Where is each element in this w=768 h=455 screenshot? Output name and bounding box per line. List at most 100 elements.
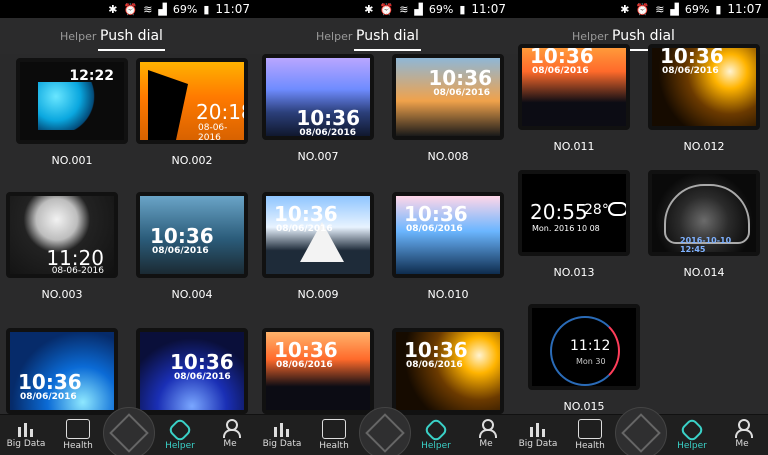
- helper-icon: [167, 417, 193, 443]
- dial-thumbnail[interactable]: 10:36 08/06/2016: [262, 192, 374, 278]
- tab-bar: Helper Push dial: [0, 18, 256, 54]
- center-device-button[interactable]: [103, 407, 155, 455]
- dial-card[interactable]: 10:36 08/06/2016 NO.007: [262, 54, 374, 163]
- dial-thumbnail[interactable]: 20:55 Mon. 2016 10 08 28°: [518, 170, 630, 256]
- nav-big-data[interactable]: Big Data: [512, 419, 564, 449]
- health-icon: [322, 419, 346, 439]
- dial-time: 10:36: [660, 44, 724, 68]
- dial-thumbnail[interactable]: 10:36 08/06/2016: [262, 54, 374, 140]
- center-device-button[interactable]: [615, 407, 667, 455]
- dial-date: 08/06/2016: [433, 88, 490, 98]
- dial-thumbnail[interactable]: 11:20 08-06-2016: [6, 192, 118, 278]
- nav-big-data[interactable]: Big Data: [0, 419, 52, 449]
- tab-helper[interactable]: Helper: [316, 30, 352, 43]
- dial-card[interactable]: 10:36 08/06/2016 NO.008: [392, 54, 504, 163]
- nav-health[interactable]: Health: [564, 419, 616, 451]
- dial-label: NO.007: [297, 150, 339, 163]
- dial-time: 10:36: [274, 202, 338, 226]
- dial-date: 08/06/2016: [662, 66, 719, 76]
- bar-chart-icon: [15, 419, 37, 437]
- dial-thumbnail[interactable]: 10:36 08/06/2016: [136, 192, 248, 278]
- tab-helper[interactable]: Helper: [60, 30, 96, 43]
- dial-card[interactable]: 2016-10-10 12:45 NO.014: [648, 170, 760, 279]
- nav-me[interactable]: Me: [460, 419, 512, 449]
- dial-thumbnail[interactable]: 10:36 08/06/2016: [648, 44, 760, 130]
- dial-thumbnail[interactable]: 10:36 08/06/2016: [392, 328, 504, 414]
- nav-helper[interactable]: Helper: [154, 417, 206, 451]
- dial-time: 10:36: [404, 338, 468, 362]
- wifi-icon: ≋: [655, 2, 665, 16]
- dial-card[interactable]: 10:36 08/06/2016 NO.009: [262, 192, 374, 301]
- dial-thumbnail[interactable]: 11:12 Mon 30: [528, 304, 640, 390]
- tab-push-dial[interactable]: Push dial: [98, 28, 165, 51]
- tab-bar: Helper Push dial: [256, 18, 512, 54]
- bottom-nav: Big Data Health Helper Me: [0, 407, 256, 455]
- clock: 11:07: [215, 2, 250, 16]
- dial-date: 08/06/2016: [276, 360, 333, 370]
- dial-date: 08/06/2016: [276, 224, 333, 234]
- dial-time: 10:36: [296, 106, 360, 130]
- dial-card[interactable]: 10:36 08/06/2016: [136, 328, 248, 414]
- user-icon: [475, 419, 497, 438]
- tab-push-dial[interactable]: Push dial: [610, 28, 677, 51]
- nav-big-data[interactable]: Big Data: [256, 419, 308, 449]
- dial-thumbnail[interactable]: 10:36 08/06/2016: [6, 328, 118, 414]
- dial-thumbnail[interactable]: 10:36 08/06/2016: [136, 328, 248, 414]
- dial-thumbnail[interactable]: 10:36 08/06/2016: [518, 44, 630, 130]
- dial-card[interactable]: 10:36 08/06/2016: [262, 328, 374, 414]
- status-bar: ✱ ⏰ ≋ ▟ 69% ▮ 11:07: [256, 0, 512, 18]
- nav-health[interactable]: Health: [308, 419, 360, 451]
- dial-card[interactable]: 12:22 NO.001: [16, 58, 128, 167]
- dial-thumbnail[interactable]: 10:36 08/06/2016: [392, 192, 504, 278]
- dial-date: Mon 30: [576, 357, 606, 366]
- dial-label: NO.013: [553, 266, 595, 279]
- dial-card[interactable]: 20:55 Mon. 2016 10 08 28° NO.013: [518, 170, 630, 279]
- nav-label: Big Data: [6, 439, 46, 449]
- dial-time: 20:55: [530, 200, 588, 224]
- nav-label: Helper: [421, 441, 451, 451]
- nav-helper[interactable]: Helper: [410, 417, 462, 451]
- dial-card[interactable]: 11:12 Mon 30 NO.015: [528, 304, 640, 413]
- tab-helper[interactable]: Helper: [572, 30, 608, 43]
- dial-card[interactable]: 10:36 08/06/2016: [6, 328, 118, 414]
- dial-time: 10:36: [150, 224, 214, 248]
- dial-card[interactable]: 20:18 08-06-2016 NO.002: [136, 58, 248, 167]
- dial-card[interactable]: 10:36 08/06/2016 NO.012: [648, 44, 760, 153]
- dial-time: 10:36: [404, 202, 468, 226]
- cloud-icon: [608, 202, 626, 216]
- dial-thumbnail[interactable]: 2016-10-10 12:45: [648, 170, 760, 256]
- nav-me[interactable]: Me: [716, 419, 768, 449]
- signal-icon: ▟: [414, 2, 423, 16]
- nav-health[interactable]: Health: [52, 419, 104, 451]
- dial-thumbnail[interactable]: 20:18 08-06-2016: [136, 58, 248, 144]
- bar-chart-icon: [271, 419, 293, 437]
- dial-thumbnail[interactable]: 10:36 08/06/2016: [392, 54, 504, 140]
- device-icon: [109, 413, 149, 453]
- dial-label: NO.010: [427, 288, 469, 301]
- battery-level: 69%: [172, 2, 198, 16]
- dial-date: 2016-10-10 12:45: [680, 236, 732, 254]
- dial-card[interactable]: 11:20 08-06-2016 NO.003: [6, 192, 118, 301]
- dial-card[interactable]: 10:36 08/06/2016 NO.010: [392, 192, 504, 301]
- dial-label: NO.014: [683, 266, 725, 279]
- battery-icon: ▮: [203, 2, 210, 16]
- tab-push-dial[interactable]: Push dial: [354, 28, 421, 51]
- dial-card[interactable]: 10:36 08/06/2016 NO.004: [136, 192, 248, 301]
- center-device-button[interactable]: [359, 407, 411, 455]
- dial-thumbnail[interactable]: 10:36 08/06/2016: [262, 328, 374, 414]
- dial-time: 20:18: [196, 100, 248, 124]
- dial-card[interactable]: 10:36 08/06/2016 NO.011: [518, 44, 630, 153]
- wifi-icon: ≋: [399, 2, 409, 16]
- nav-helper[interactable]: Helper: [666, 417, 718, 451]
- dial-date: 08/06/2016: [532, 66, 589, 76]
- screen-2: ✱ ⏰ ≋ ▟ 69% ▮ 11:07 Helper Push dial 10:…: [256, 0, 512, 455]
- dial-date: 08-06-2016: [51, 266, 104, 276]
- nav-label: Helper: [677, 441, 707, 451]
- bottom-nav: Big Data Health Helper Me: [512, 407, 768, 455]
- dial-label: NO.009: [297, 288, 339, 301]
- dial-card[interactable]: 10:36 08/06/2016: [392, 328, 504, 414]
- nav-label: Health: [63, 441, 93, 451]
- dial-label: NO.004: [171, 288, 213, 301]
- nav-me[interactable]: Me: [204, 419, 256, 449]
- dial-thumbnail[interactable]: 12:22: [16, 58, 128, 144]
